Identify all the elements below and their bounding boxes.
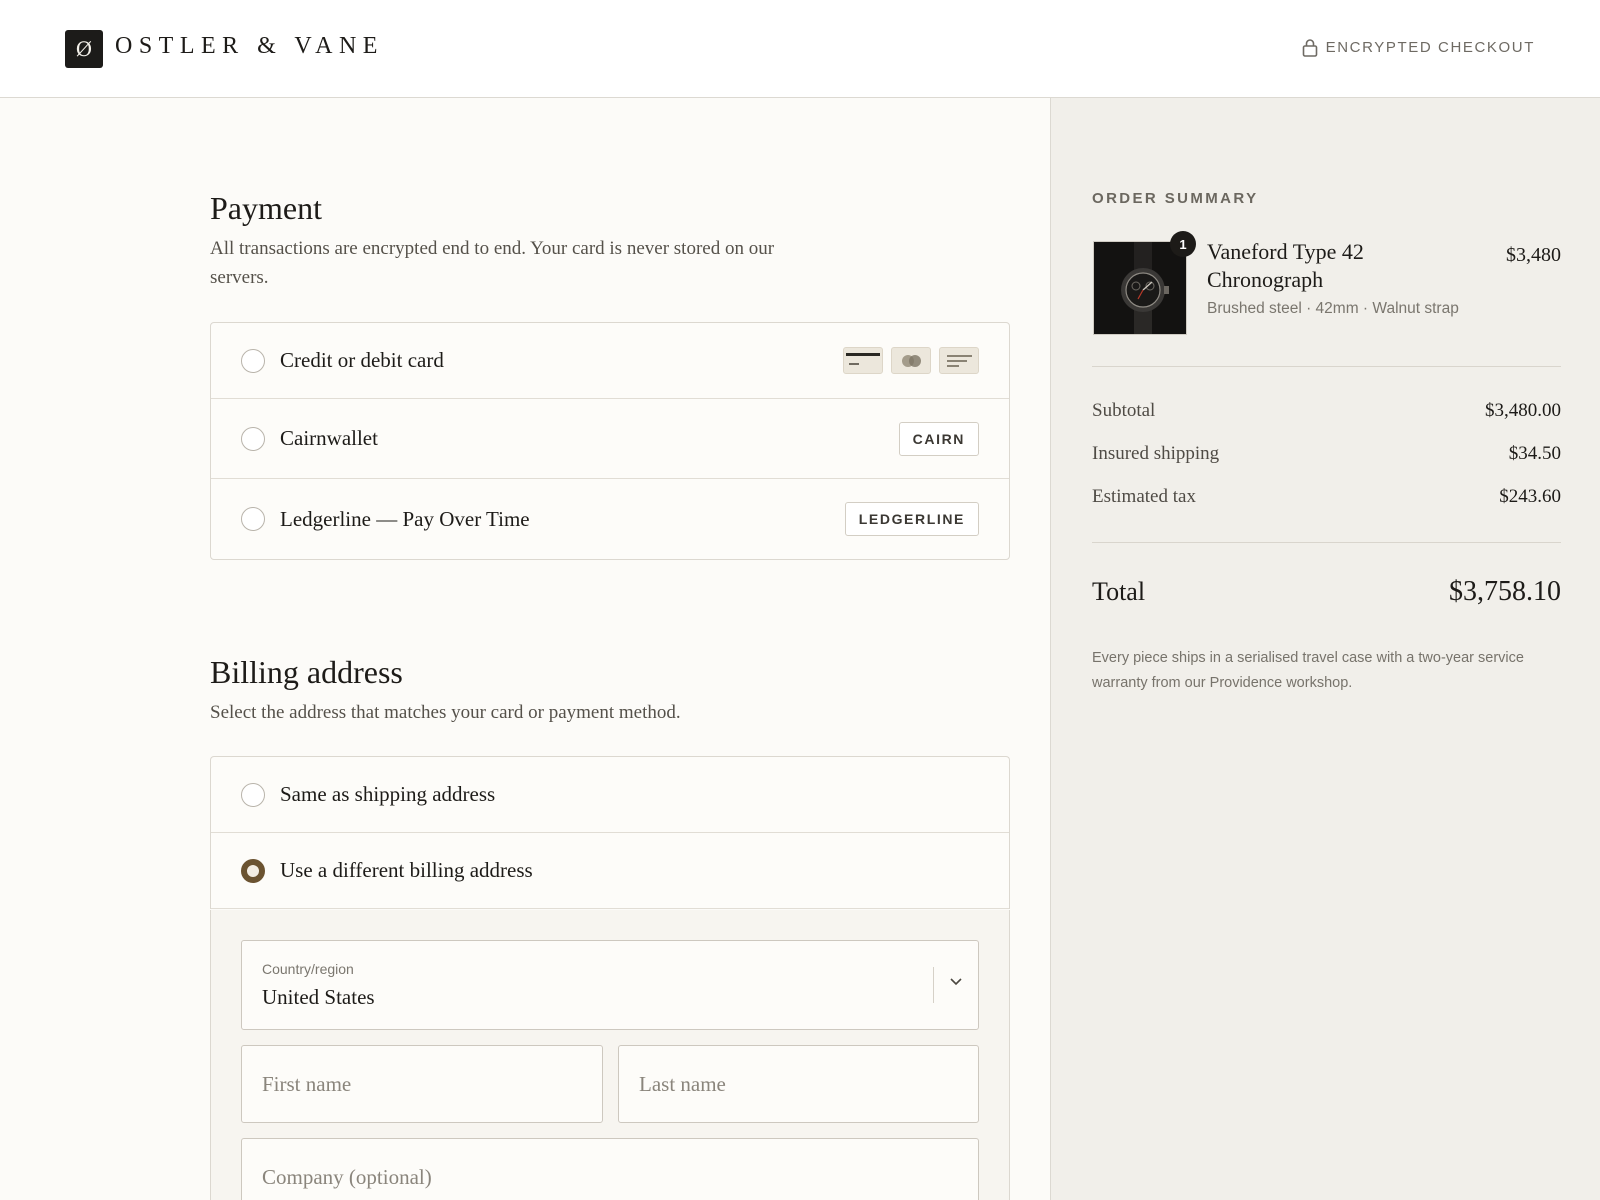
select-divider	[933, 967, 934, 1003]
billing-option-same[interactable]: Same as shipping address	[211, 757, 1009, 833]
billing-option-list: Same as shipping address Use a different…	[210, 756, 1010, 909]
order-summary-title: ORDER SUMMARY	[1092, 190, 1259, 207]
card-brand-icon-3	[939, 347, 979, 374]
billing-option-different[interactable]: Use a different billing address	[211, 833, 1009, 909]
payment-option-label: Ledgerline — Pay Over Time	[280, 506, 530, 531]
subtotal-value: $3,480.00	[1485, 400, 1561, 421]
payment-method-list: Credit or debit card Cairnwallet CAIRN L…	[210, 322, 1010, 560]
secure-label: ENCRYPTED CHECKOUT	[1325, 39, 1535, 56]
country-value: United States	[262, 985, 375, 1009]
chevron-down-icon	[950, 978, 962, 986]
tax-row: Estimated tax $243.60	[1092, 486, 1561, 508]
last-name-field[interactable]	[618, 1045, 979, 1123]
last-name-input[interactable]	[619, 1046, 978, 1122]
secure-indicator: ENCRYPTED CHECKOUT	[1302, 38, 1535, 57]
shipping-note: Every piece ships in a serialised travel…	[1092, 650, 1524, 691]
card-brand-icon-1	[843, 347, 883, 374]
logo-mark[interactable]: Ø	[65, 30, 103, 68]
quantity-badge: 1	[1170, 231, 1196, 257]
payment-option-cairnwallet[interactable]: Cairnwallet CAIRN	[211, 399, 1009, 479]
country-label: Country/region	[262, 961, 354, 977]
radio-card[interactable]	[241, 348, 265, 373]
payment-option-card[interactable]: Credit or debit card	[211, 323, 1009, 399]
total-row: Total $3,758.10	[1092, 576, 1561, 608]
ledgerline-badge: LEDGERLINE	[844, 502, 979, 536]
product-thumbnail	[1093, 241, 1187, 335]
total-label: Total	[1092, 577, 1146, 606]
brand-name[interactable]: OSTLER & VANE	[115, 33, 384, 60]
first-name-field[interactable]	[241, 1045, 603, 1123]
payment-description: All transactions are encrypted end to en…	[210, 238, 775, 288]
company-field[interactable]	[241, 1138, 979, 1200]
billing-title: Billing address	[210, 654, 403, 690]
order-summary-panel: ORDER SUMMARY 1 Vaneford Type 42 Chronog…	[1050, 98, 1600, 1200]
lock-icon	[1302, 39, 1317, 57]
billing-description: Select the address that matches your car…	[210, 702, 681, 723]
summary-divider	[1092, 542, 1561, 543]
company-input[interactable]	[242, 1139, 978, 1200]
payment-option-ledgerline[interactable]: Ledgerline — Pay Over Time LEDGERLINE	[211, 479, 1009, 559]
payment-option-label: Cairnwallet	[280, 426, 378, 450]
tax-value: $243.60	[1499, 486, 1561, 507]
payment-title: Payment	[210, 190, 322, 226]
shipping-label: Insured shipping	[1092, 443, 1220, 464]
tax-label: Estimated tax	[1092, 486, 1196, 507]
shipping-value: $34.50	[1508, 443, 1561, 464]
card-brand-icon-2	[891, 347, 931, 374]
summary-divider	[1092, 366, 1561, 367]
product-name: Vaneford Type 42 Chronograph	[1207, 239, 1364, 292]
subtotal-label: Subtotal	[1092, 400, 1156, 421]
product-price: $3,480	[1506, 244, 1561, 266]
radio-different-address[interactable]	[241, 858, 265, 883]
product-variant: Brushed steel · 42mm · Walnut strap	[1207, 300, 1459, 317]
radio-cairnwallet[interactable]	[241, 426, 265, 451]
billing-form: Country/region United States	[210, 910, 1010, 1200]
card-brand-icons	[843, 347, 979, 374]
cairn-badge: CAIRN	[898, 421, 979, 456]
watch-image	[1094, 242, 1186, 334]
first-name-input[interactable]	[242, 1046, 602, 1122]
radio-same-address[interactable]	[241, 782, 265, 807]
total-value: $3,758.10	[1449, 576, 1561, 607]
billing-option-label: Same as shipping address	[280, 782, 496, 806]
site-header: Ø OSTLER & VANE ENCRYPTED CHECKOUT	[0, 0, 1600, 98]
shipping-row: Insured shipping $34.50	[1092, 443, 1561, 465]
country-select[interactable]: Country/region United States	[241, 940, 979, 1030]
billing-option-label: Use a different billing address	[280, 858, 533, 882]
payment-option-label: Credit or debit card	[280, 348, 444, 372]
logo-glyph: Ø	[75, 37, 93, 61]
radio-ledgerline[interactable]	[241, 507, 265, 531]
subtotal-row: Subtotal $3,480.00	[1092, 400, 1561, 422]
